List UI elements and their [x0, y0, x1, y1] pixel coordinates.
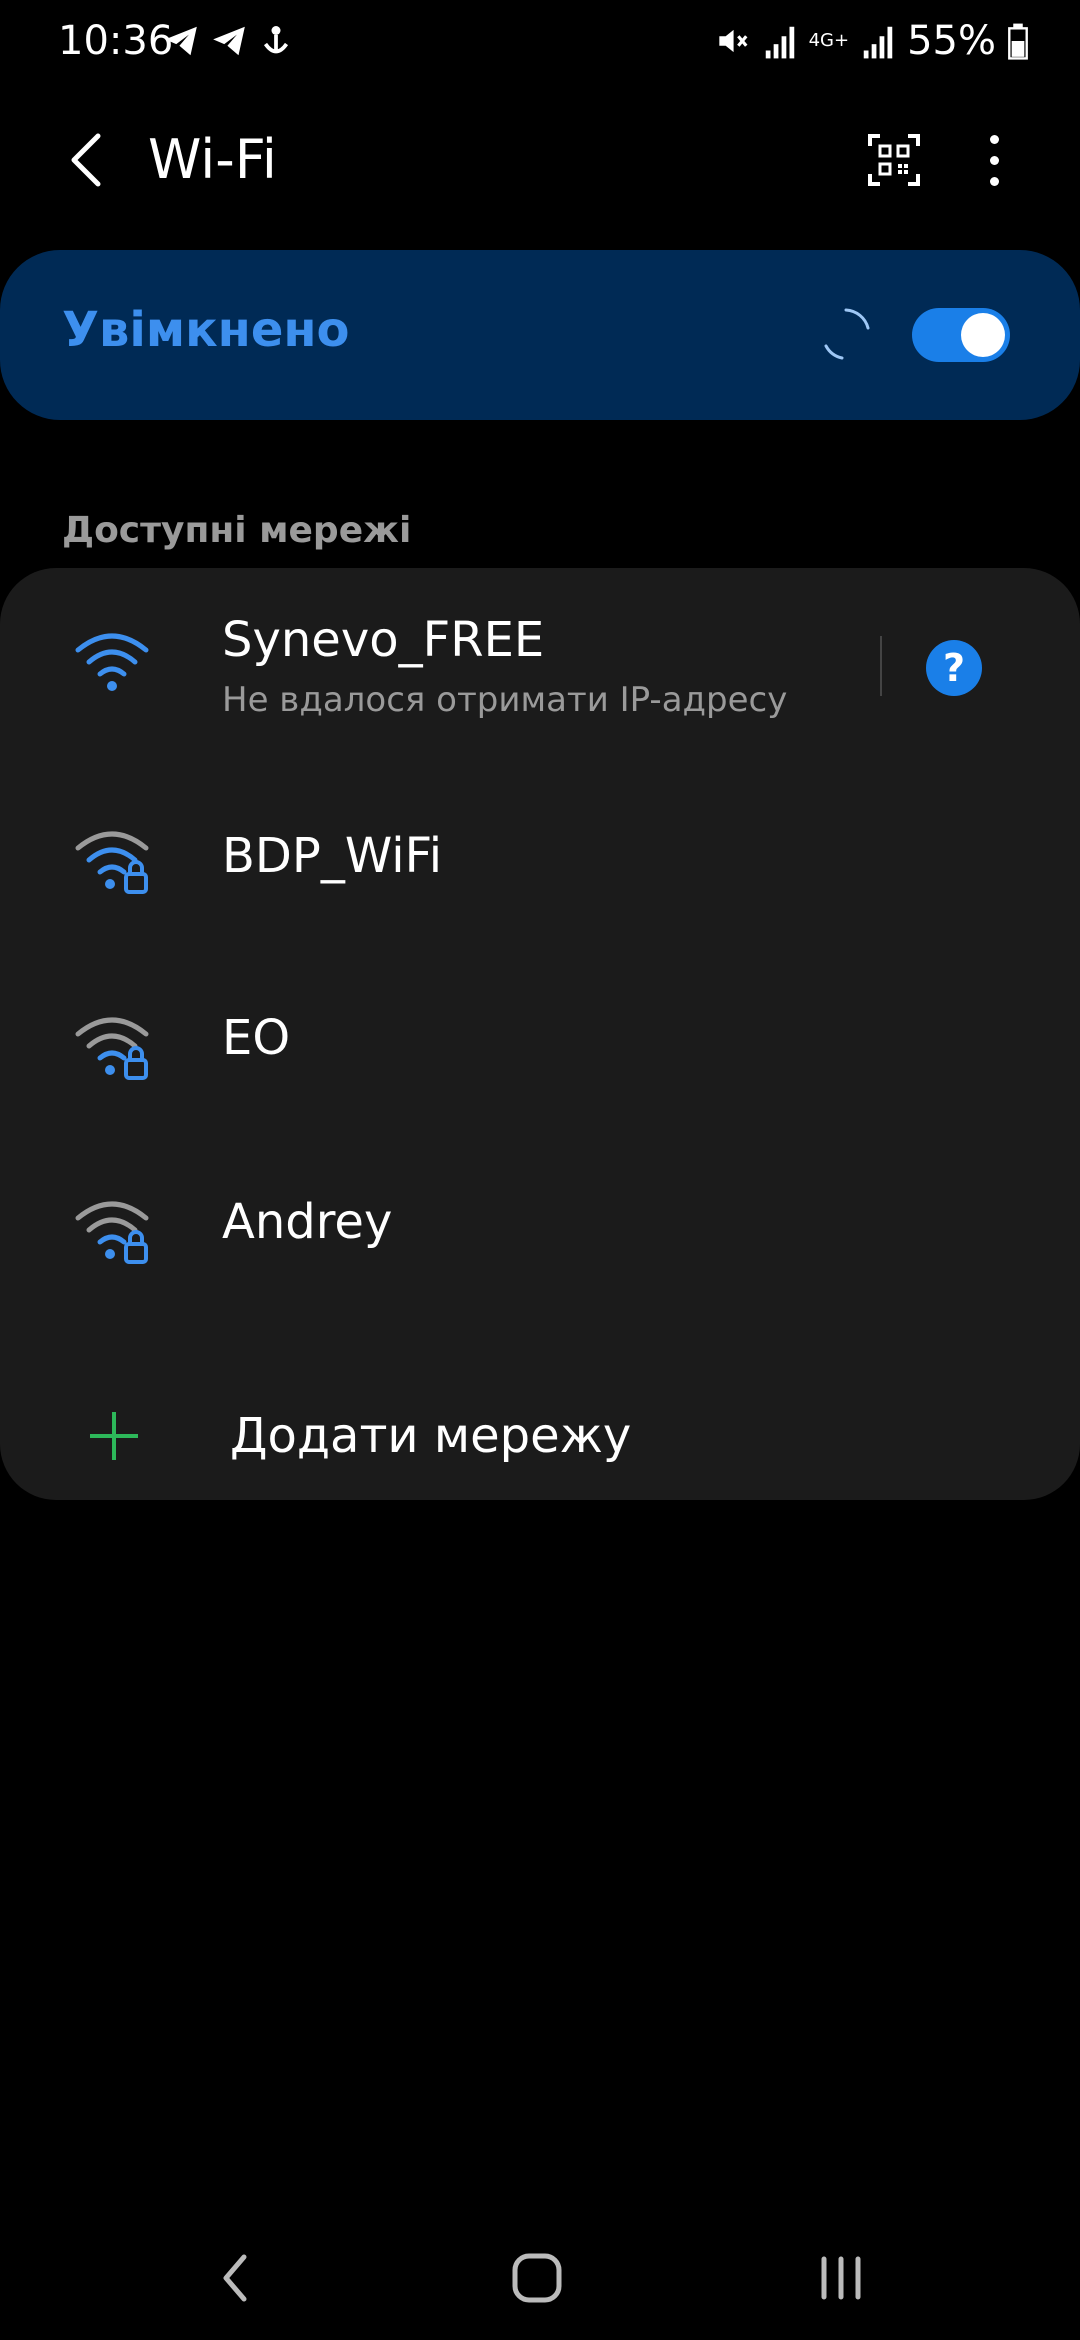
network-item[interactable]: EO [0, 958, 1080, 1138]
signal-icon [863, 26, 893, 59]
divider [880, 636, 882, 696]
wifi-toggle[interactable] [912, 308, 1010, 362]
add-network-button[interactable]: Додати мережу [0, 1388, 1080, 1488]
back-button[interactable] [56, 130, 116, 190]
nav-back-button[interactable] [200, 2248, 270, 2308]
status-icons: 4G+ 55% [713, 18, 1028, 64]
notification-icons [162, 22, 294, 60]
mute-icon [718, 29, 748, 53]
signal-icon [765, 26, 794, 59]
telegram-icon [213, 26, 245, 56]
anchor-app-icon [263, 26, 289, 54]
section-header-available: Доступні мережі [62, 510, 412, 551]
status-time: 10:36 [58, 18, 174, 64]
master-switch-label: Увімкнено [62, 302, 350, 358]
wifi-icon [75, 633, 149, 691]
network-name: BDP_WiFi [222, 828, 443, 884]
network-item[interactable]: Synevo_FREE Не вдалося отримати IP-адрес… [0, 568, 1080, 768]
wifi-lock-icon [75, 1017, 149, 1080]
more-dot-icon [989, 155, 999, 165]
nav-home-icon [512, 2253, 562, 2303]
system-nav-bar [0, 2220, 1080, 2340]
more-dot-icon [989, 134, 999, 144]
network-name: EO [222, 1010, 291, 1066]
telegram-icon [165, 26, 197, 56]
app-bar: Wi-Fi [0, 110, 1080, 210]
network-item[interactable]: Andrey [0, 1138, 1080, 1328]
nav-recents-icon [821, 2256, 861, 2300]
add-network-label: Додати мережу [230, 1408, 632, 1464]
network-name: Synevo_FREE [222, 612, 545, 668]
wifi-lock-icon [75, 1201, 149, 1264]
more-options-button[interactable] [970, 130, 1018, 190]
nav-back-icon [223, 2254, 247, 2302]
loading-spinner-icon [824, 308, 870, 360]
back-arrow-icon [71, 133, 101, 187]
page-title: Wi-Fi [148, 128, 277, 191]
network-list: Synevo_FREE Не вдалося отримати IP-адрес… [0, 568, 1080, 1500]
wifi-lock-icon [75, 831, 149, 894]
qr-code-icon [868, 134, 920, 186]
network-status: Не вдалося отримати IP-адресу [222, 680, 788, 720]
network-type-badge: 4G+ [808, 30, 850, 51]
battery-percent: 55% [907, 18, 996, 64]
plus-icon [90, 1412, 138, 1460]
nav-home-button[interactable] [502, 2248, 572, 2308]
status-bar: 10:36 4G+ 55% [0, 0, 1080, 84]
toggle-knob [961, 313, 1005, 357]
more-dot-icon [989, 176, 999, 186]
nav-recents-button[interactable] [806, 2248, 876, 2308]
wifi-master-switch[interactable]: Увімкнено [0, 250, 1080, 420]
help-button[interactable]: ? [926, 640, 982, 696]
battery-icon [1008, 23, 1028, 60]
network-item[interactable]: BDP_WiFi [0, 768, 1080, 958]
qr-scan-button[interactable] [866, 132, 922, 188]
network-name: Andrey [222, 1194, 393, 1250]
